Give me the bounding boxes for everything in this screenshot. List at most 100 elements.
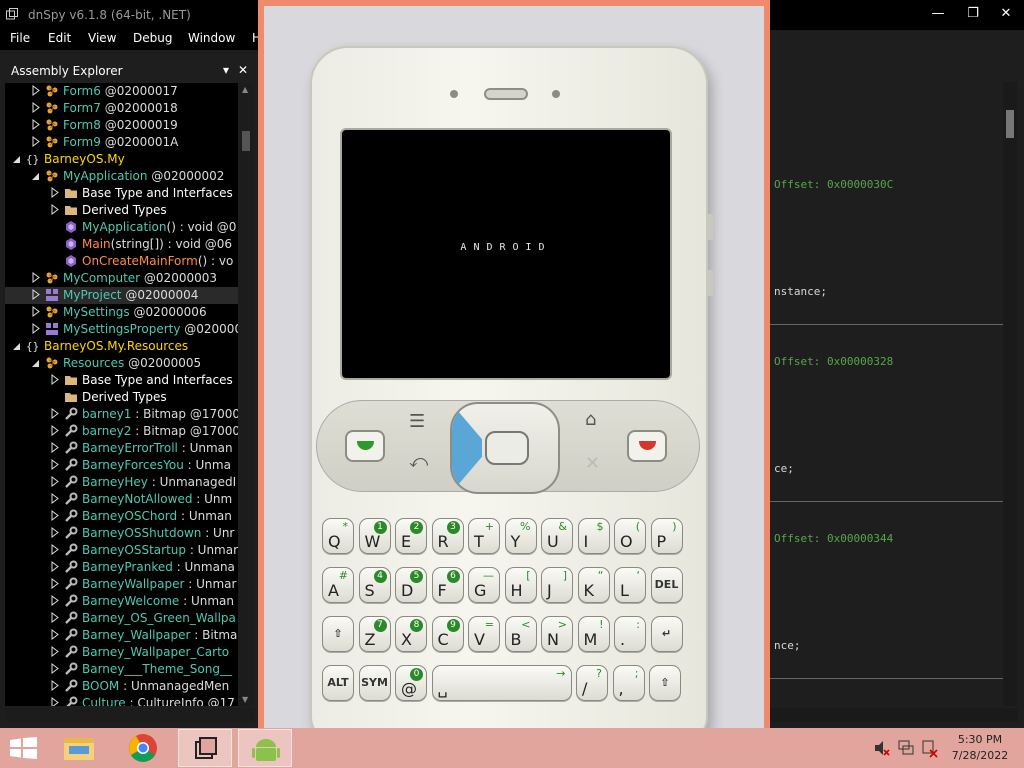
tree-row[interactable]: MyComputer @02000003 — [5, 270, 238, 287]
key-w[interactable]: W1 — [358, 518, 391, 554]
dropdown-icon[interactable]: ▾ — [223, 63, 229, 77]
menu-icon[interactable]: ☰ — [409, 411, 425, 432]
key-v[interactable]: V = — [468, 616, 500, 652]
close-panel-icon[interactable]: ✕ — [238, 63, 248, 77]
menu-view[interactable]: View — [88, 31, 116, 45]
key-c[interactable]: C9 — [431, 616, 464, 652]
key-h[interactable]: H[ — [504, 567, 537, 603]
collapsed-arrow-icon[interactable] — [51, 510, 59, 521]
collapsed-arrow-icon[interactable] — [51, 629, 59, 640]
tree-row[interactable]: BarneyWelcome : Unman — [5, 593, 238, 610]
phone-screen[interactable]: ANDROID — [340, 128, 672, 380]
tree-row[interactable]: Derived Types — [5, 202, 238, 219]
key-b[interactable]: B < — [504, 616, 537, 652]
menu-window[interactable]: Window — [188, 31, 235, 45]
tree-row[interactable]: OnCreateMainForm() : vo — [5, 253, 238, 270]
call-button[interactable] — [345, 430, 385, 462]
collapsed-arrow-icon[interactable] — [51, 663, 59, 674]
tree-row[interactable]: MySettingsProperty @020000 — [5, 321, 238, 338]
tree-row[interactable]: Barney_OS_Green_Wallpa — [5, 610, 238, 627]
action-center-icon[interactable] — [921, 728, 939, 768]
key-i[interactable]: I $ — [577, 518, 610, 554]
collapsed-arrow-icon[interactable] — [51, 408, 59, 419]
tree-row[interactable]: BarneyPranked : Unmana — [5, 559, 238, 576]
key-q[interactable]: Q * — [322, 518, 354, 554]
home-icon[interactable]: ⌂ — [585, 409, 596, 430]
key-r[interactable]: R3 — [431, 518, 464, 554]
key-s[interactable]: S4 — [358, 567, 391, 603]
key-symbol[interactable]: /? — [576, 665, 608, 701]
tree-row[interactable]: Form7 @02000018 — [5, 100, 238, 117]
tree-row[interactable]: BarneyOSShutdown : Unr — [5, 525, 238, 542]
key-special[interactable]: ⇧ — [322, 616, 354, 652]
key-p[interactable]: P) — [650, 518, 683, 554]
dpad-center-button[interactable] — [485, 431, 529, 465]
key-symbol[interactable]: @0 — [395, 665, 427, 701]
collapsed-arrow-icon[interactable] — [51, 493, 59, 504]
key-symbol[interactable]: ␣ → — [431, 665, 572, 701]
dpad[interactable] — [450, 402, 560, 494]
tree-row[interactable]: BOOM : UnmanagedMen — [5, 678, 238, 695]
key-g[interactable]: G — — [468, 567, 500, 603]
collapsed-arrow-icon[interactable] — [51, 595, 59, 606]
tree-scrollbar[interactable]: ▲ ▼ — [239, 83, 253, 706]
scroll-up-icon[interactable]: ▲ — [242, 85, 248, 94]
collapsed-arrow-icon[interactable] — [51, 646, 59, 657]
collapsed-arrow-icon[interactable] — [51, 612, 59, 623]
expanded-arrow-icon[interactable] — [13, 340, 21, 351]
collapsed-arrow-icon[interactable] — [32, 136, 40, 147]
key-t[interactable]: T + — [468, 518, 500, 554]
minimize-button[interactable]: — — [928, 6, 948, 21]
windows-start-icon[interactable] — [10, 737, 38, 759]
collapsed-arrow-icon[interactable] — [32, 323, 40, 334]
menu-debug[interactable]: Debug — [133, 31, 172, 45]
collapsed-arrow-icon[interactable] — [32, 306, 40, 317]
collapsed-arrow-icon[interactable] — [51, 527, 59, 538]
tree-row[interactable]: Barney_Wallpaper_Carto — [5, 644, 238, 661]
key-symbol[interactable]: ,; — [612, 665, 645, 701]
collapsed-arrow-icon[interactable] — [51, 204, 59, 215]
volume-button[interactable] — [707, 214, 713, 240]
collapsed-arrow-icon[interactable] — [51, 187, 59, 198]
key-sym[interactable]: SYM — [358, 665, 391, 701]
tree-row[interactable]: BarneyOSChord : Unman — [5, 508, 238, 525]
file-explorer-taskbar-item[interactable] — [52, 729, 106, 767]
collapsed-arrow-icon[interactable] — [51, 425, 59, 436]
tree-row[interactable]: {} BarneyOS.My.Resources — [5, 338, 238, 355]
collapsed-arrow-icon[interactable] — [32, 272, 40, 283]
tree-row[interactable]: BarneyOSStartup : Unmar — [5, 542, 238, 559]
tree-row[interactable]: BarneyWallpaper : Unmar — [5, 576, 238, 593]
tree-row[interactable]: Form8 @02000019 — [5, 117, 238, 134]
assembly-tree[interactable]: Form6 @02000017 Form7 @02000018 Form8 @020… — [5, 83, 238, 706]
key-u[interactable]: U & — [541, 518, 573, 554]
key-f[interactable]: F6 — [431, 567, 464, 603]
collapsed-arrow-icon[interactable] — [32, 289, 40, 300]
key-k[interactable]: K “ — [577, 567, 610, 603]
tree-row[interactable]: Base Type and Interfaces — [5, 372, 238, 389]
search-x-icon[interactable]: ✕ — [585, 453, 600, 474]
collapsed-arrow-icon[interactable] — [51, 544, 59, 555]
network-icon[interactable] — [897, 728, 915, 768]
collapsed-arrow-icon[interactable] — [51, 476, 59, 487]
tree-hscrollbar[interactable] — [5, 708, 255, 722]
dpad-left-highlight[interactable] — [452, 404, 482, 492]
menu-file[interactable]: File — [10, 31, 30, 45]
tree-row[interactable]: Derived Types — [5, 389, 238, 406]
key-z[interactable]: Z7 — [358, 616, 391, 652]
chrome-taskbar-item[interactable] — [116, 729, 170, 767]
back-icon[interactable]: ⤺ — [409, 451, 428, 472]
tree-row[interactable]: Resources @02000005 — [5, 355, 238, 372]
collapsed-arrow-icon[interactable] — [51, 578, 59, 589]
maximize-button[interactable]: ❐ — [963, 6, 983, 21]
dnspy-taskbar-item[interactable] — [178, 729, 232, 767]
tree-row[interactable]: Main(string[]) : void @06 — [5, 236, 238, 253]
android-emulator-taskbar-item[interactable] — [238, 729, 292, 767]
key-o[interactable]: O( — [614, 518, 646, 554]
tree-row[interactable]: BarneyErrorTroll : Unman — [5, 440, 238, 457]
expanded-arrow-icon[interactable] — [32, 170, 40, 181]
power-button[interactable] — [707, 270, 713, 296]
collapsed-arrow-icon[interactable] — [32, 102, 40, 113]
key-d[interactable]: D5 — [395, 567, 427, 603]
key-x[interactable]: X8 — [395, 616, 427, 652]
key-a[interactable]: A # — [322, 567, 354, 603]
